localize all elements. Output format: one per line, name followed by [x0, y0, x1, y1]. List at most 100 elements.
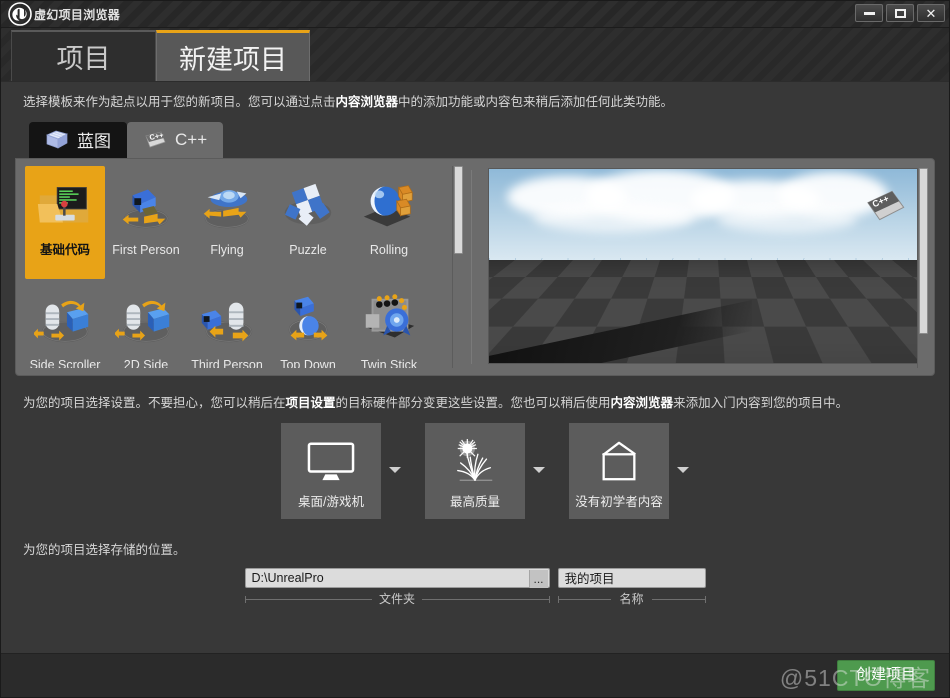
- caption-line: [557, 598, 611, 600]
- rolling-icon: [357, 173, 421, 237]
- template-item-side-scroller[interactable]: Side Scroller: [25, 281, 105, 368]
- field-captions: 文件夹 名称: [11, 590, 939, 607]
- template-label: Puzzle: [289, 242, 327, 257]
- close-button[interactable]: ✕: [917, 4, 945, 22]
- template-label: Rolling: [369, 242, 409, 257]
- project-name-value: 我的项目: [564, 572, 615, 586]
- content-browser-emphasis-1: 内容浏览器: [335, 95, 399, 109]
- project-type-tabs: 蓝图 C++ C++: [11, 121, 939, 158]
- caption-tick: [704, 595, 706, 603]
- blueprint-icon: [45, 129, 69, 151]
- template-item-basic-code[interactable]: 基础代码: [25, 165, 105, 279]
- browse-folder-button[interactable]: ...: [528, 569, 548, 588]
- side-scroller-icon: [33, 288, 97, 352]
- template-panel: 基础代码 First Person Flying Puzzle Rolling …: [15, 157, 935, 376]
- tab-cpp-label: C++: [175, 129, 208, 149]
- location-description: 为您的项目选择存储的位置。: [23, 542, 186, 557]
- name-caption: 名称: [557, 590, 706, 607]
- basic-code-icon: [33, 173, 97, 237]
- settings-cards: 桌面/游戏机 最高质量 没有初学者内容: [11, 421, 939, 519]
- minimize-button[interactable]: [855, 4, 883, 22]
- template-preview-container: C++: [480, 166, 928, 368]
- tab-blueprint-label: 蓝图: [77, 132, 111, 151]
- name-field-group: 我的项目: [557, 567, 706, 588]
- close-icon: ✕: [925, 5, 937, 21]
- footer-bar: 创建项目: [1, 653, 949, 697]
- template-item-first-person[interactable]: First Person: [106, 166, 186, 279]
- maximize-icon: [894, 8, 906, 18]
- tab-new-project[interactable]: 新建项目: [156, 30, 310, 81]
- caption-line: [244, 598, 373, 600]
- template-preview-image: C++: [488, 167, 928, 364]
- content-browser-emphasis-2: 内容浏览器: [610, 395, 674, 410]
- template-label: Side Scroller: [29, 357, 101, 368]
- starter-content-dropdown[interactable]: 没有初学者内容: [569, 422, 689, 519]
- location-row: D:\UnrealPro ... 我的项目: [11, 566, 939, 588]
- create-project-button[interactable]: 创建项目: [836, 660, 935, 691]
- cpp-icon: C++: [143, 129, 167, 151]
- template-label: Top Down: [280, 357, 336, 368]
- hardware-target-dropdown[interactable]: 桌面/游戏机: [281, 422, 401, 519]
- settings-description: 为您的项目选择设置。不要担心，您可以稍后在项目设置的目标硬件部分变更这些设置。您…: [23, 395, 849, 410]
- content-body: 选择模板来作为起点以用于您的新项目。您可以通过点击内容浏览器中的添加功能或内容包…: [1, 82, 949, 607]
- template-grid-container: 基础代码 First Person Flying Puzzle Rolling …: [22, 165, 463, 368]
- template-description: 选择模板来作为起点以用于您的新项目。您可以通过点击内容浏览器中的添加功能或内容包…: [23, 95, 674, 109]
- caption-line: [421, 598, 550, 600]
- preview-scrollbar-thumb[interactable]: [919, 167, 928, 334]
- quality-grass-sun-icon: [444, 436, 506, 486]
- title-bar: 虚幻项目浏览器 ✕: [1, 1, 949, 28]
- third-person-icon: [195, 288, 259, 352]
- template-label: Twin Stick Shooter: [360, 357, 418, 368]
- name-caption-label: 名称: [612, 590, 651, 607]
- template-label: Flying: [210, 242, 244, 257]
- project-settings-emphasis: 项目设置: [285, 395, 336, 410]
- template-label: 基础代码: [39, 242, 90, 257]
- path-caption: 文件夹: [244, 590, 550, 607]
- caption-tick: [548, 595, 550, 603]
- template-item-rolling[interactable]: Rolling: [349, 166, 429, 279]
- project-path-value: D:\UnrealPro: [251, 570, 324, 585]
- template-label: 2D Side Scroller: [123, 357, 169, 368]
- top-down-icon: [276, 288, 340, 352]
- first-person-icon: [114, 173, 178, 237]
- tab-blueprint[interactable]: 蓝图: [29, 121, 127, 158]
- project-path-input[interactable]: D:\UnrealPro ...: [244, 567, 550, 588]
- template-scrollbar[interactable]: [452, 165, 463, 368]
- tab-cpp[interactable]: C++ C++: [127, 121, 224, 158]
- unreal-engine-logo-icon: [6, 2, 34, 26]
- template-label: First Person: [112, 242, 180, 257]
- path-caption-label: 文件夹: [371, 590, 422, 607]
- window-title: 虚幻项目浏览器: [34, 7, 121, 22]
- panel-divider: [471, 169, 472, 364]
- caption-line: [652, 598, 706, 600]
- open-box-icon: [588, 436, 650, 486]
- monitor-icon: [300, 436, 362, 486]
- template-label: Third Person: [191, 357, 263, 368]
- template-scrollbar-thumb[interactable]: [454, 165, 463, 254]
- graphics-quality-dropdown[interactable]: 最高质量: [425, 422, 545, 519]
- window-controls: ✕: [855, 4, 945, 22]
- template-grid: 基础代码 First Person Flying Puzzle Rolling …: [22, 165, 463, 368]
- 2d-side-scroller-icon: [114, 288, 178, 352]
- template-item-puzzle[interactable]: Puzzle: [268, 166, 348, 279]
- template-item-top-down[interactable]: Top Down: [268, 281, 348, 368]
- template-item-flying[interactable]: Flying: [187, 166, 267, 279]
- preview-scrollbar[interactable]: [917, 167, 928, 368]
- project-browser-window: 虚幻项目浏览器 ✕ 项目 新建项目 选择模板来作为起点以用于您的新项目。您可以通…: [0, 0, 950, 698]
- chevron-down-icon[interactable]: [677, 466, 689, 473]
- twin-stick-shooter-icon: [357, 288, 421, 352]
- hardware-target-label: 桌面/游戏机: [298, 494, 364, 509]
- tab-projects-label: 项目: [56, 44, 111, 74]
- tab-projects[interactable]: 项目: [11, 30, 156, 81]
- puzzle-icon: [276, 173, 340, 237]
- template-item-twin-stick-shooter[interactable]: Twin Stick Shooter: [349, 281, 429, 368]
- project-name-input[interactable]: 我的项目: [557, 567, 706, 588]
- chevron-down-icon[interactable]: [389, 466, 401, 473]
- starter-content-label: 没有初学者内容: [575, 494, 663, 509]
- path-field-group: D:\UnrealPro ...: [244, 567, 550, 588]
- maximize-button[interactable]: [886, 4, 914, 22]
- template-item-third-person[interactable]: Third Person: [187, 281, 267, 368]
- template-item-2d-side-scroller[interactable]: 2D Side Scroller: [106, 281, 186, 368]
- graphics-quality-label: 最高质量: [449, 494, 500, 509]
- chevron-down-icon[interactable]: [533, 466, 545, 473]
